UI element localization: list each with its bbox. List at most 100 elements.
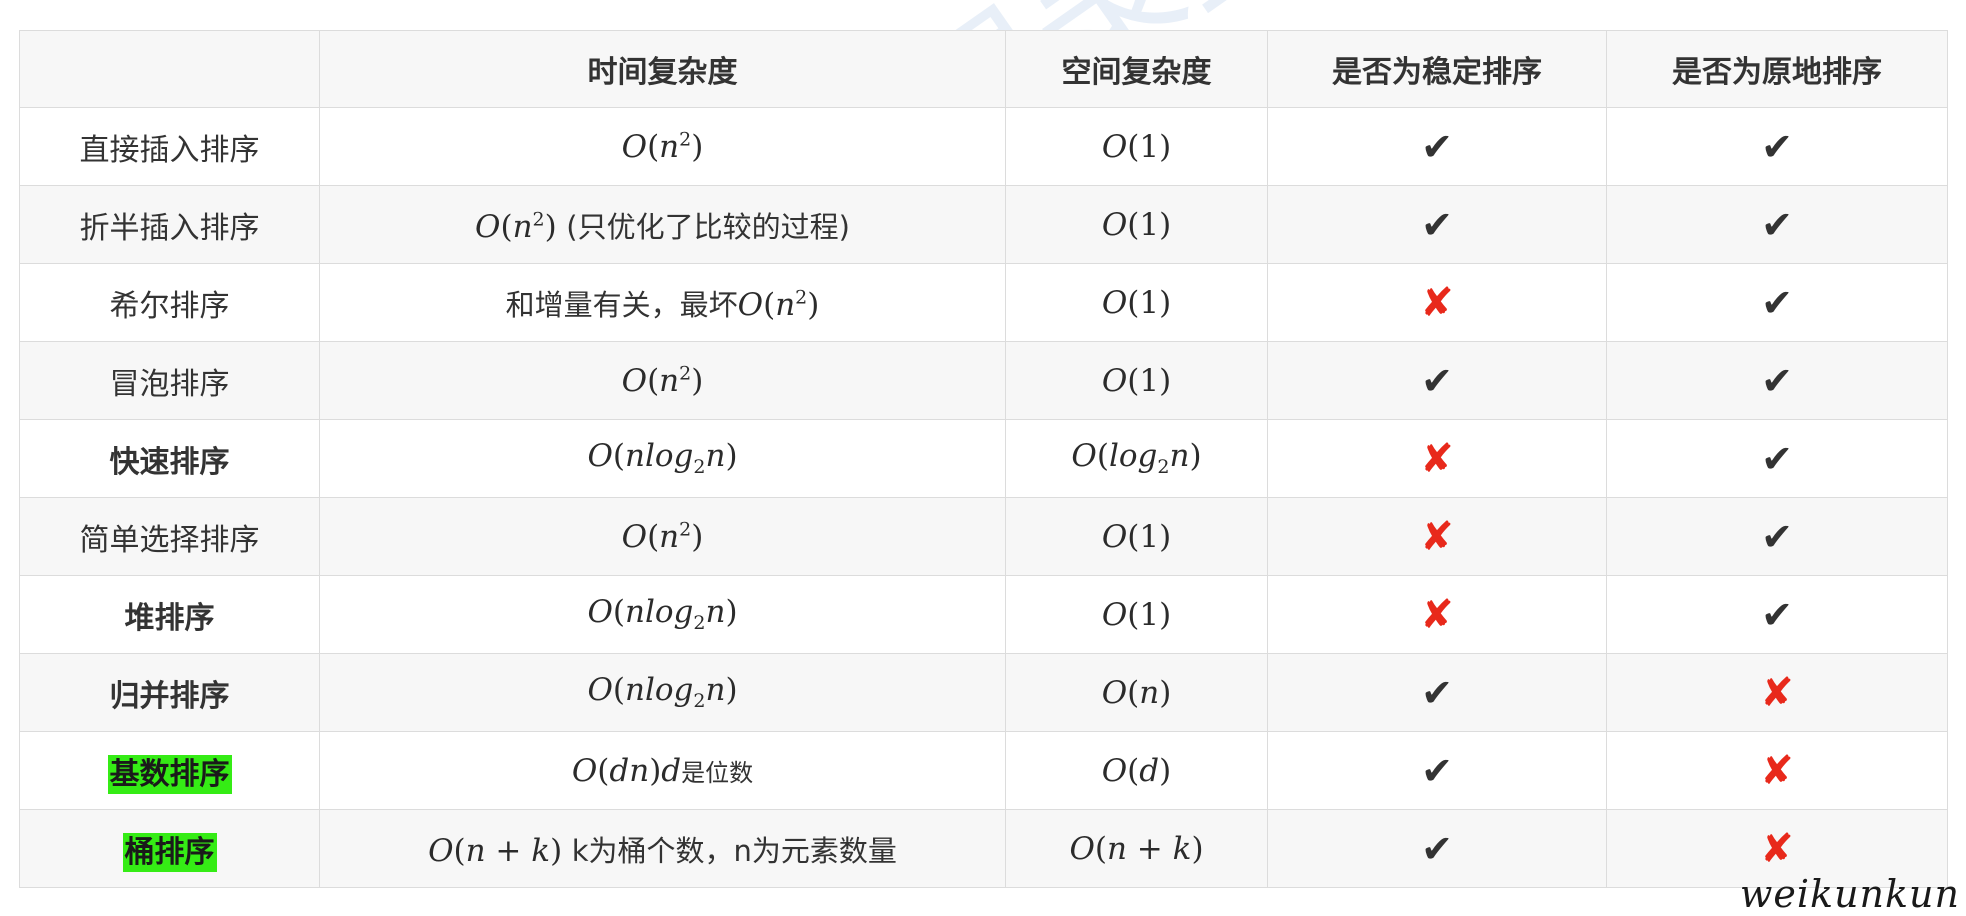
algorithm-name-text: 归并排序: [109, 678, 230, 714]
table-row: 快速排序 O(nlog2n) O(log2n) ✘ ✔: [19, 419, 1948, 498]
table-row: 基数排序 O(dn)d是位数 O(d) ✔ ✘: [19, 731, 1948, 810]
stable-cell: ✘: [1267, 263, 1607, 342]
check-icon: ✔: [1421, 358, 1453, 403]
time-complexity-note: k为桶个数，n为元素数量: [571, 833, 897, 868]
time-complexity-note: 是位数: [681, 758, 754, 787]
header-algorithm: [19, 30, 320, 108]
space-complexity-cell: O(d): [1005, 731, 1268, 810]
time-complexity-math: O(n2): [475, 208, 557, 245]
check-icon: ✔: [1421, 124, 1453, 169]
in-place-cell: ✘: [1606, 653, 1948, 732]
table-row: 折半插入排序 O(n2) (只优化了比较的过程) O(1) ✔ ✔: [19, 185, 1948, 264]
header-in-place: 是否为原地排序: [1606, 30, 1948, 108]
space-complexity-math: O(d): [1101, 752, 1172, 789]
table-row: 桶排序 O(n + k) k为桶个数，n为元素数量 O(n + k) ✔ ✘: [19, 809, 1948, 888]
time-complexity-math: O(nlog2n): [587, 594, 738, 635]
header-time-complexity: 时间复杂度: [319, 30, 1006, 108]
algorithm-name-text: 冒泡排序: [109, 366, 230, 402]
space-complexity-math: O(n + k): [1069, 830, 1204, 867]
time-complexity-cell: 和增量有关，最坏O(n2): [319, 263, 1006, 342]
time-complexity-note: (只优化了比较的过程): [566, 209, 850, 244]
cross-icon: ✘: [1420, 591, 1454, 638]
in-place-cell: ✘: [1606, 731, 1948, 810]
in-place-cell: ✔: [1606, 107, 1948, 186]
algorithm-name: 快速排序: [19, 419, 320, 498]
time-complexity-cell: O(n2): [319, 497, 1006, 576]
check-icon: ✔: [1761, 592, 1793, 637]
table-row: 归并排序 O(nlog2n) O(n) ✔ ✘: [19, 653, 1948, 732]
check-icon: ✔: [1421, 670, 1453, 715]
time-complexity-cell: O(dn)d是位数: [319, 731, 1006, 810]
header-stable: 是否为稳定排序: [1267, 30, 1607, 108]
check-icon: ✔: [1761, 514, 1793, 559]
stable-cell: ✔: [1267, 731, 1607, 810]
time-complexity-math: O(n + k): [428, 832, 563, 869]
in-place-cell: ✔: [1606, 341, 1948, 420]
space-complexity-cell: O(1): [1005, 107, 1268, 186]
time-complexity-prefix: 和增量有关，最坏: [505, 287, 738, 322]
space-complexity-cell: O(n): [1005, 653, 1268, 732]
in-place-cell: ✔: [1606, 575, 1948, 654]
cross-icon: ✘: [1760, 669, 1794, 716]
cross-icon: ✘: [1760, 747, 1794, 794]
in-place-cell: ✔: [1606, 263, 1948, 342]
space-complexity-math: O(1): [1101, 128, 1172, 165]
space-complexity-cell: O(1): [1005, 263, 1268, 342]
time-complexity-cell: O(n2): [319, 107, 1006, 186]
cross-icon: ✘: [1420, 279, 1454, 326]
cross-icon: ✘: [1420, 513, 1454, 560]
space-complexity-math: O(1): [1101, 518, 1172, 555]
time-complexity-math: O(nlog2n): [587, 438, 738, 479]
check-icon: ✔: [1761, 124, 1793, 169]
algorithm-name: 折半插入排序: [19, 185, 320, 264]
in-place-cell: ✔: [1606, 419, 1948, 498]
algorithm-name: 桶排序: [19, 809, 320, 888]
table-row: 堆排序 O(nlog2n) O(1) ✘ ✔: [19, 575, 1948, 654]
space-complexity-math: O(1): [1101, 362, 1172, 399]
stable-cell: ✔: [1267, 809, 1607, 888]
time-complexity-math: O(n2): [737, 286, 820, 323]
algorithm-name: 希尔排序: [19, 263, 320, 342]
time-complexity-math: O(dn)d: [571, 752, 682, 789]
check-icon: ✔: [1421, 826, 1453, 871]
stable-cell: ✘: [1267, 419, 1607, 498]
check-icon: ✔: [1761, 436, 1793, 481]
table-row: 简单选择排序 O(n2) O(1) ✘ ✔: [19, 497, 1948, 576]
algorithm-name-text: 快速排序: [109, 444, 230, 480]
algorithm-name-text-highlighted: 桶排序: [122, 832, 217, 872]
stable-cell: ✔: [1267, 341, 1607, 420]
algorithm-name: 堆排序: [19, 575, 320, 654]
algorithm-name-text: 堆排序: [124, 600, 215, 636]
check-icon: ✔: [1761, 358, 1793, 403]
time-complexity-cell: O(nlog2n): [319, 575, 1006, 654]
stable-cell: ✘: [1267, 575, 1607, 654]
algorithm-name: 直接插入排序: [19, 107, 320, 186]
algorithm-name-text: 希尔排序: [109, 288, 230, 324]
check-icon: ✔: [1421, 202, 1453, 247]
in-place-cell: ✔: [1606, 185, 1948, 264]
stable-cell: ✘: [1267, 497, 1607, 576]
algorithm-name: 简单选择排序: [19, 497, 320, 576]
time-complexity-cell: O(nlog2n): [319, 653, 1006, 732]
header-space-complexity: 空间复杂度: [1005, 30, 1268, 108]
check-icon: ✔: [1761, 280, 1793, 325]
stable-cell: ✔: [1267, 653, 1607, 732]
time-complexity-math: O(n2): [621, 128, 704, 165]
stable-cell: ✔: [1267, 107, 1607, 186]
space-complexity-math: O(1): [1101, 596, 1172, 633]
algorithm-name-text: 简单选择排序: [79, 522, 260, 558]
space-complexity-cell: O(1): [1005, 497, 1268, 576]
space-complexity-cell: O(n + k): [1005, 809, 1268, 888]
algorithm-name-text-highlighted: 基数排序: [107, 754, 232, 794]
author-signature: weikunkun: [1739, 872, 1960, 916]
space-complexity-cell: O(1): [1005, 341, 1268, 420]
time-complexity-cell: O(nlog2n): [319, 419, 1006, 498]
time-complexity-math: O(n2): [621, 362, 704, 399]
time-complexity-cell: O(n + k) k为桶个数，n为元素数量: [319, 809, 1006, 888]
space-complexity-cell: O(log2n): [1005, 419, 1268, 498]
cross-icon: ✘: [1420, 435, 1454, 482]
space-complexity-cell: O(1): [1005, 575, 1268, 654]
check-icon: ✔: [1761, 202, 1793, 247]
algorithm-name: 基数排序: [19, 731, 320, 810]
algorithm-name: 冒泡排序: [19, 341, 320, 420]
